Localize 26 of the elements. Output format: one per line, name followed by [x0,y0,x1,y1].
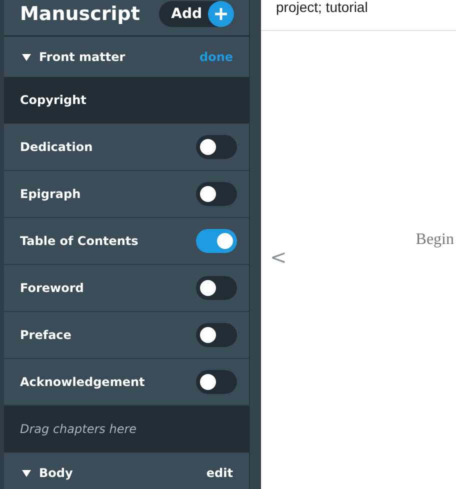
back-arrow-button[interactable]: < [270,245,287,269]
toggle-switch[interactable] [196,229,237,253]
section-title: Front matter [39,50,126,64]
section-action-link[interactable]: done [199,50,233,64]
text-input[interactable]: Begin [416,231,454,249]
item-label: Foreword [20,281,84,295]
item-label: Copyright [20,93,86,107]
toggle-switch[interactable] [196,182,237,206]
item-label: Preface [20,328,72,342]
sidebar-title: Manuscript [20,3,140,25]
toggle-switch[interactable] [196,135,237,159]
toggle-switch[interactable] [196,323,237,347]
add-button[interactable]: Add [159,1,234,27]
section-title: Body [39,466,74,480]
toggle-switch[interactable] [196,370,237,394]
item-label: Dedication [20,140,93,154]
toggle-switch[interactable] [196,276,237,300]
item-label: Table of Contents [20,234,138,248]
item-label: Epigraph [20,187,81,201]
drop-hint: Drag chapters here [20,422,137,436]
caret-icon[interactable] [22,470,31,476]
section-action-link[interactable]: edit [206,466,233,480]
item-label: Acknowledgement [20,375,145,389]
caret-icon[interactable] [22,54,31,60]
tags-text: project; tutorial [276,0,368,15]
plus-icon [208,1,234,27]
